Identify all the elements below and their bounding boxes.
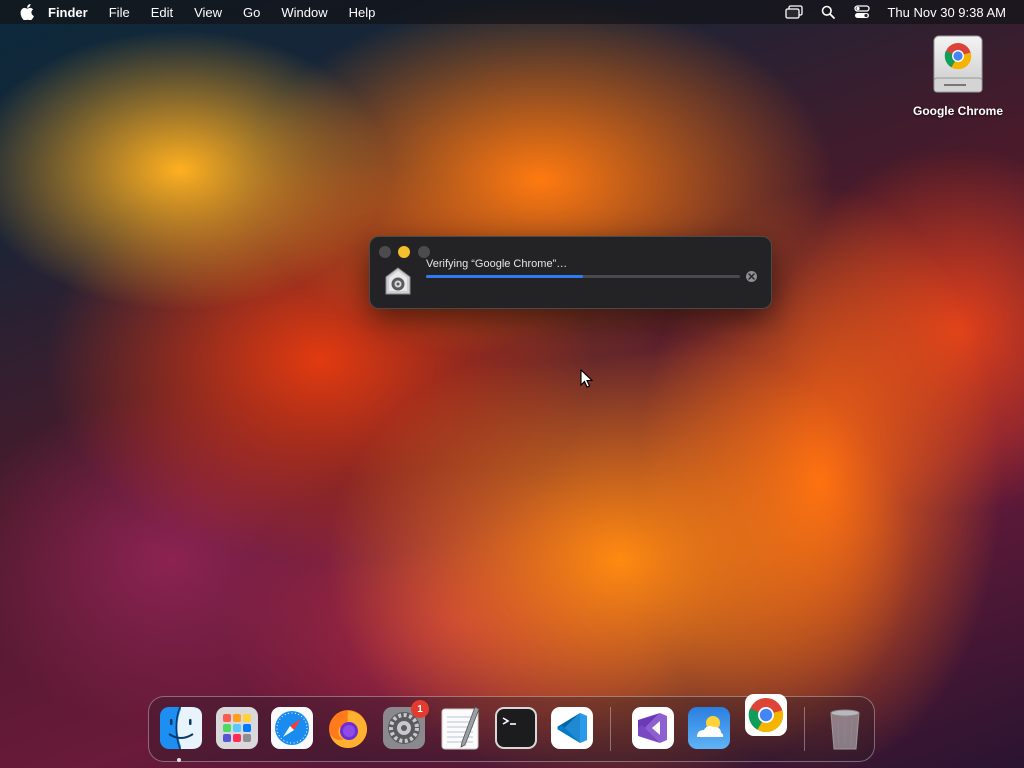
- dock-running-indicator: [177, 758, 181, 762]
- desktop-icon-google-chrome[interactable]: Google Chrome: [900, 34, 1016, 118]
- dock-app-launchpad[interactable]: [214, 705, 260, 751]
- dock-separator: [610, 707, 611, 751]
- mouse-cursor-icon: [580, 368, 594, 389]
- chrome-icon: [745, 694, 787, 736]
- menu-file[interactable]: File: [109, 5, 130, 20]
- dock-app-chrome[interactable]: [743, 692, 789, 738]
- visual-studio-icon: [632, 707, 674, 749]
- textedit-icon: [441, 706, 480, 750]
- window-zoom-button[interactable]: [418, 246, 430, 258]
- dock-app-safari[interactable]: [269, 705, 315, 751]
- menu-clock[interactable]: Thu Nov 30 9:38 AM: [887, 5, 1006, 20]
- verifying-message: Verifying “Google Chrome”…: [426, 258, 568, 270]
- launchpad-icon: [216, 707, 258, 749]
- firefox-icon: [329, 710, 367, 748]
- vscode-icon: [551, 707, 593, 749]
- dock-app-trash[interactable]: [822, 705, 868, 751]
- verify-progress-bar: [426, 275, 740, 278]
- verifying-dialog: Verifying “Google Chrome”…: [369, 236, 772, 309]
- chrome-disk-image-icon: [930, 34, 986, 98]
- dock-separator: [804, 707, 805, 751]
- control-center-icon[interactable]: [853, 4, 871, 20]
- window-close-button[interactable]: [379, 246, 391, 258]
- trash-icon: [830, 709, 860, 750]
- menu-help[interactable]: Help: [349, 5, 376, 20]
- finder-icon: [160, 706, 202, 750]
- desktop-wallpaper: [0, 0, 1024, 768]
- dock-app-firefox[interactable]: [325, 705, 371, 751]
- terminal-icon: [495, 707, 537, 749]
- dock-app-finder[interactable]: [158, 705, 204, 751]
- menu-go[interactable]: Go: [243, 5, 260, 20]
- cancel-verify-button[interactable]: [746, 271, 757, 282]
- menu-window[interactable]: Window: [281, 5, 327, 20]
- weather-icon: [688, 707, 730, 749]
- dock-app-weather[interactable]: [686, 705, 732, 751]
- menu-edit[interactable]: Edit: [151, 5, 173, 20]
- dock-app-system-settings[interactable]: 1: [381, 700, 429, 751]
- dock-app-textedit[interactable]: [437, 705, 483, 751]
- apple-menu-icon[interactable]: [19, 4, 35, 20]
- dock-app-visual-studio[interactable]: [630, 705, 676, 751]
- menu-app-name[interactable]: Finder: [48, 5, 88, 20]
- verify-progress-fill: [426, 275, 583, 278]
- safari-icon: [271, 707, 313, 749]
- dock: 1: [148, 694, 875, 762]
- notification-badge: 1: [411, 700, 429, 718]
- desktop-icon-label: Google Chrome: [912, 104, 1003, 118]
- dock-app-vscode[interactable]: [549, 705, 595, 751]
- menu-view[interactable]: View: [194, 5, 222, 20]
- screen-mirroring-icon[interactable]: [785, 4, 804, 20]
- window-minimize-button[interactable]: [398, 246, 410, 258]
- search-icon[interactable]: [819, 4, 837, 20]
- security-shield-icon: [383, 266, 413, 296]
- menu-bar: Finder File Edit View Go Window Help Thu…: [0, 0, 1024, 24]
- dock-app-terminal[interactable]: [493, 705, 539, 751]
